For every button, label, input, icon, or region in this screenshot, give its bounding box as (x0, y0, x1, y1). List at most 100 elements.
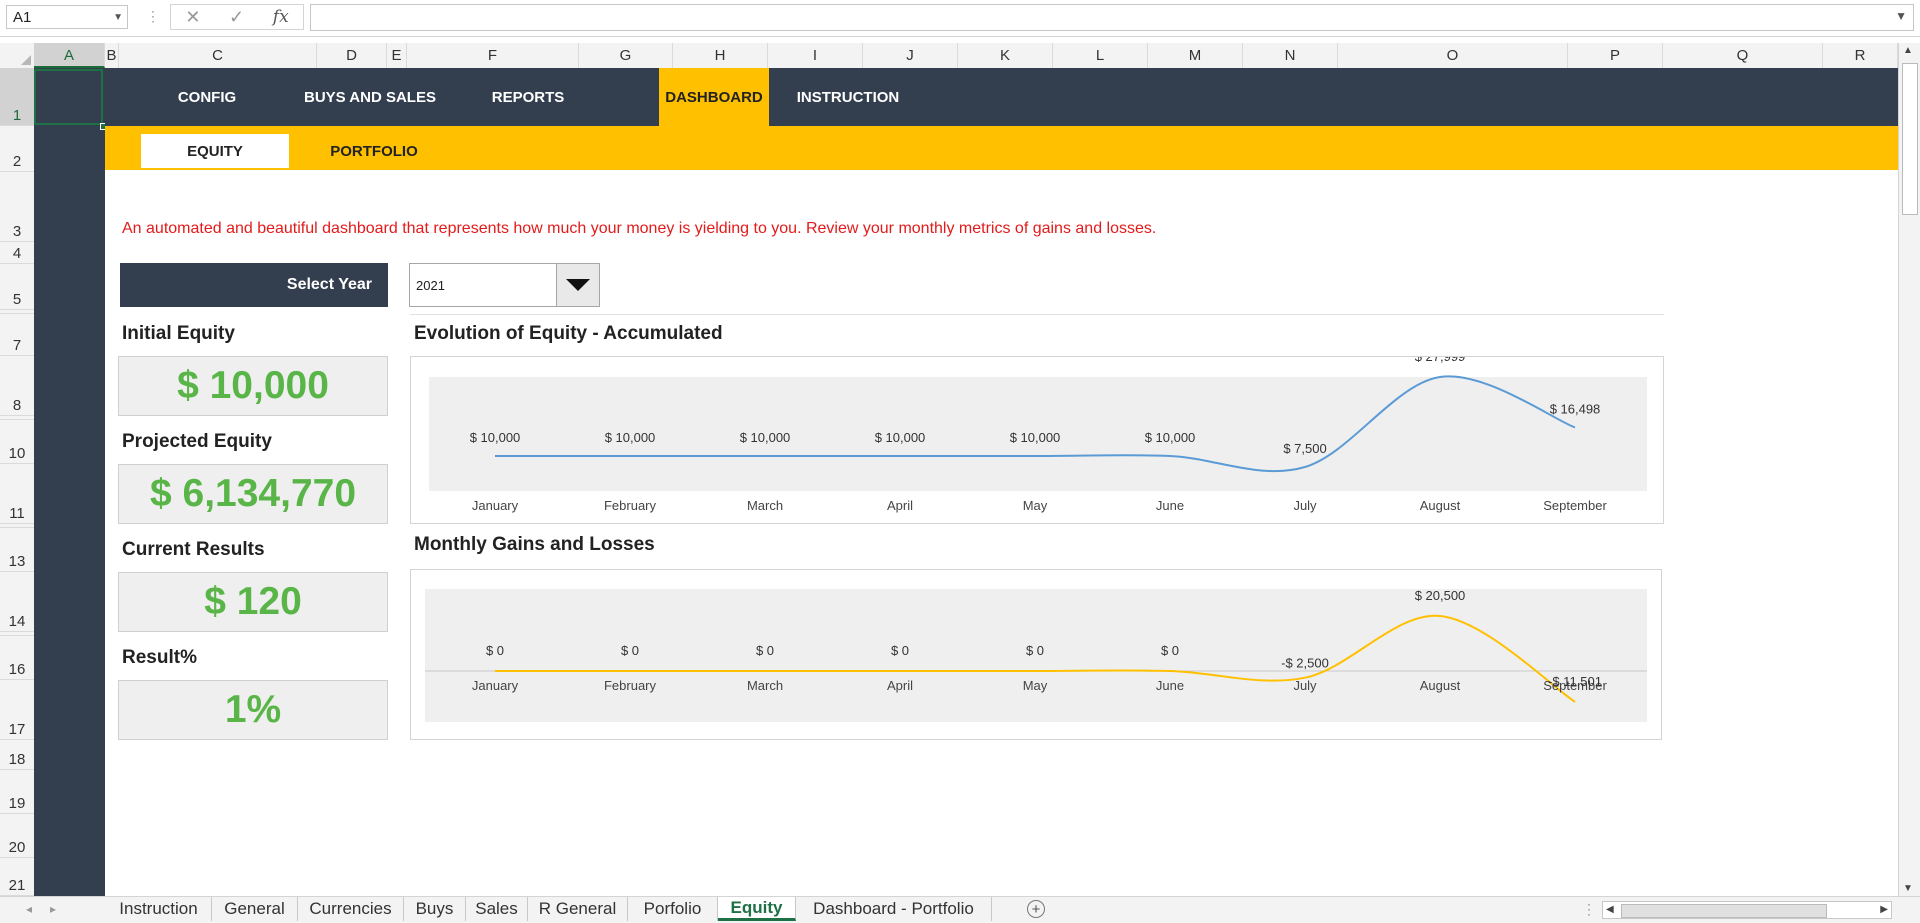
dashboard-top-nav: CONFIG BUYS AND SALES REPORTS DASHBOARD INST… (105, 68, 1898, 126)
category-label: July (1293, 498, 1317, 513)
row-header-11[interactable]: 11 (0, 464, 34, 524)
data-label: -$ 2,500 (1281, 656, 1329, 671)
column-header-r[interactable]: R (1823, 43, 1898, 68)
category-label: August (1420, 498, 1461, 513)
category-label: February (604, 678, 657, 693)
vertical-scroll-thumb[interactable] (1902, 63, 1918, 215)
divider (410, 314, 1664, 315)
formula-bar: A1 ▼ ⋮ ✕ ✓ fx ▼ (0, 0, 1920, 37)
name-box[interactable]: A1 ▼ (6, 5, 128, 29)
horizontal-scrollbar[interactable]: ◀ ▶ (1602, 901, 1892, 919)
chart-svg: January February March April May June July Augu… (425, 588, 1647, 722)
data-label: -$ 11,501 (1548, 674, 1602, 689)
scroll-up-icon[interactable]: ▲ (1903, 45, 1913, 56)
column-header-m[interactable]: M (1148, 43, 1243, 68)
column-header-i[interactable]: I (768, 43, 863, 68)
column-header-f[interactable]: F (407, 43, 579, 68)
column-header-q[interactable]: Q (1663, 43, 1823, 68)
year-dropdown-button[interactable] (556, 264, 599, 306)
formula-input[interactable]: ▼ (310, 4, 1914, 31)
kpi-title-initial-equity: Initial Equity (122, 323, 235, 344)
column-header-d[interactable]: D (317, 43, 387, 68)
sheet-tab-general[interactable]: General (212, 897, 298, 921)
worksheet[interactable]: CONFIG BUYS AND SALES REPORTS DASHBOARD INST… (34, 68, 1898, 896)
column-header-c[interactable]: C (119, 43, 317, 68)
row-header-1[interactable]: 1 (0, 68, 34, 126)
kpi-title-projected-equity: Projected Equity (122, 431, 272, 452)
nav-buys-and-sales[interactable]: BUYS AND SALES (286, 68, 454, 126)
sheet-tab-equity[interactable]: Equity (718, 897, 796, 921)
monthly-gains-chart[interactable]: January February March April May June July Augu… (410, 569, 1662, 740)
sheet-tab-dashboard-portfolio[interactable]: Dashboard - Portfolio (796, 897, 992, 921)
add-sheet-icon[interactable]: + (1027, 900, 1045, 918)
nav-config[interactable]: CONFIG (152, 68, 262, 126)
horizontal-scroll-thumb[interactable] (1621, 904, 1827, 918)
row-header-3[interactable]: 3 (0, 172, 34, 242)
row-header-4[interactable]: 4 (0, 242, 34, 264)
row-header-2[interactable]: 2 (0, 126, 34, 172)
data-label: $ 0 (1161, 643, 1179, 658)
sheet-tab-bar: ◂▸ + ⋮ ◀ ▶ Instruction General Currencies B… (0, 896, 1920, 923)
row-header-16[interactable]: 16 (0, 636, 34, 680)
year-value: 2021 (416, 278, 445, 293)
sheet-tab-r-general[interactable]: R General (528, 897, 628, 921)
subnav-portfolio[interactable]: PORTFOLIO (300, 134, 448, 168)
subnav-equity[interactable]: EQUITY (141, 134, 289, 168)
data-label: $ 0 (1026, 643, 1044, 658)
data-label: $ 10,000 (875, 430, 926, 445)
row-header-5[interactable]: 5 (0, 264, 34, 310)
nav-reports[interactable]: REPORTS (470, 68, 586, 126)
vertical-scrollbar[interactable]: ▲ ▼ (1898, 43, 1920, 896)
column-header-a[interactable]: A (34, 43, 105, 68)
scroll-right-icon[interactable]: ▶ (1880, 902, 1888, 918)
row-header-8[interactable]: 8 (0, 356, 34, 416)
select-all-icon (21, 55, 31, 65)
column-header-g[interactable]: G (579, 43, 673, 68)
row-header-7[interactable]: 7 (0, 314, 34, 356)
row-header-18[interactable]: 18 (0, 740, 34, 770)
check-icon[interactable]: ✓ (229, 7, 244, 28)
row-header-19[interactable]: 19 (0, 770, 34, 814)
column-header-l[interactable]: L (1053, 43, 1148, 68)
column-header-n[interactable]: N (1243, 43, 1338, 68)
column-header-o[interactable]: O (1338, 43, 1568, 68)
scroll-down-icon[interactable]: ▼ (1903, 883, 1913, 894)
column-header-h[interactable]: H (673, 43, 768, 68)
category-label: July (1293, 678, 1317, 693)
column-header-b[interactable]: B (105, 43, 119, 68)
tab-scroll-arrows-icon[interactable]: ◂▸ (26, 902, 74, 916)
row-header-14[interactable]: 14 (0, 572, 34, 632)
row-header-21[interactable]: 21 (0, 858, 34, 896)
column-header-e[interactable]: E (387, 43, 407, 68)
sheet-tab-instruction[interactable]: Instruction (106, 897, 212, 921)
equity-evolution-chart[interactable]: January February March April May June July Augu… (410, 356, 1664, 524)
cancel-icon[interactable]: ✕ (185, 7, 200, 28)
chevron-down-icon[interactable]: ▼ (113, 6, 123, 30)
sheet-tab-porfolio[interactable]: Porfolio (628, 897, 718, 921)
row-header-13[interactable]: 13 (0, 528, 34, 572)
row-header-10[interactable]: 10 (0, 420, 34, 464)
dashboard-sub-nav: EQUITY PORTFOLIO (105, 126, 1898, 170)
expand-formula-icon[interactable]: ▼ (1895, 9, 1907, 23)
category-label: March (747, 678, 783, 693)
category-label: June (1156, 498, 1184, 513)
select-all-button[interactable] (0, 43, 35, 68)
selected-cell[interactable] (34, 69, 103, 125)
nav-dashboard[interactable]: DASHBOARD (659, 68, 769, 126)
column-header-p[interactable]: P (1568, 43, 1663, 68)
sheet-tab-sales[interactable]: Sales (466, 897, 528, 921)
kpi-title-current-results: Current Results (122, 539, 265, 560)
row-header-20[interactable]: 20 (0, 814, 34, 858)
column-header-k[interactable]: K (958, 43, 1053, 68)
category-label: May (1023, 498, 1048, 513)
row-header-17[interactable]: 17 (0, 680, 34, 740)
function-icon[interactable]: fx (273, 7, 289, 27)
sheet-tab-currencies[interactable]: Currencies (298, 897, 404, 921)
scroll-left-icon[interactable]: ◀ (1606, 902, 1614, 918)
year-dropdown[interactable]: 2021 (409, 263, 600, 307)
column-header-j[interactable]: J (863, 43, 958, 68)
more-tabs-icon[interactable]: ⋮ (1582, 901, 1596, 918)
data-label: $ 10,000 (740, 430, 791, 445)
sheet-tab-buys[interactable]: Buys (404, 897, 466, 921)
nav-instruction[interactable]: INSTRUCTION (778, 68, 918, 126)
